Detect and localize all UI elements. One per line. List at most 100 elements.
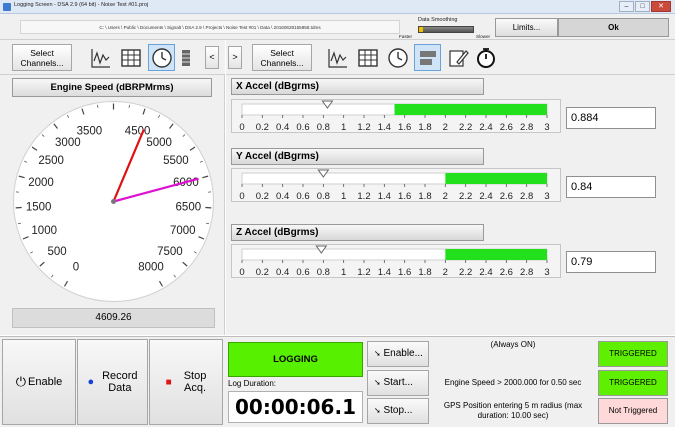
edit-icon[interactable] bbox=[444, 44, 471, 71]
meter-tick-label: 1.6 bbox=[398, 191, 411, 202]
meter-tick-label: 1.4 bbox=[378, 191, 391, 202]
meter-tick-label: 0 bbox=[239, 191, 244, 202]
x-accel-meter: 0 0.2 0.4 0.6 0.8 1 1.2 1.4 1.6 1.8 2 2.2 2.4 2.6 2.8 3 bbox=[231, 99, 561, 133]
gauge-tick-label: 0 bbox=[73, 261, 79, 273]
meter-tick-label: 0.8 bbox=[317, 267, 330, 278]
right-toolbar: > Select Channels... bbox=[226, 40, 675, 75]
gauge-icon[interactable] bbox=[148, 44, 175, 71]
meter-tick-label: 0.2 bbox=[256, 267, 269, 278]
meter-tick-label: 3 bbox=[544, 267, 549, 278]
gauge-tick-label: 7000 bbox=[170, 225, 196, 237]
meter-icon[interactable] bbox=[178, 44, 194, 71]
ok-button[interactable]: Ok bbox=[558, 18, 669, 37]
meter-tick-label: 0.6 bbox=[296, 122, 309, 133]
trigger-enable-condition: (Always ON) bbox=[490, 340, 536, 349]
minimize-button[interactable]: – bbox=[619, 1, 634, 12]
gauge-tick-label: 5500 bbox=[163, 155, 189, 167]
trigger-start-button[interactable]: ➘ Start... bbox=[367, 370, 429, 396]
gauge-tick-label: 2500 bbox=[38, 155, 64, 167]
z-accel-meter-graphic: 0 0.2 0.4 0.6 0.8 1 1.2 1.4 1.6 1.8 2 2.2 2.4 2.6 2.8 3 bbox=[239, 245, 550, 278]
x-accel-value: 0.884 bbox=[566, 107, 656, 129]
trigger-enable-label: Enable... bbox=[383, 348, 423, 359]
enable-label: Enable bbox=[28, 376, 63, 388]
log-duration-timer: 00:00:06.1 bbox=[228, 391, 363, 423]
meter-tick-label: 0.8 bbox=[317, 122, 330, 133]
meter-tick-label: 0.4 bbox=[276, 191, 289, 202]
meter-tick-label: 2 bbox=[443, 191, 448, 202]
collapse-left-button[interactable]: < bbox=[205, 46, 219, 69]
meter-tick-label: 3 bbox=[544, 122, 549, 133]
waveform-icon[interactable] bbox=[324, 44, 351, 71]
meter-tick-label: 1.6 bbox=[398, 267, 411, 278]
meter-tick-label: 2.4 bbox=[479, 122, 492, 133]
gauge-tick-label: 2000 bbox=[28, 177, 54, 189]
info-row: C: \ Users \ Public \ Documents \ Signal… bbox=[0, 14, 675, 40]
meter-tick-label: 2.8 bbox=[520, 191, 533, 202]
file-path: C: \ Users \ Public \ Documents \ Signal… bbox=[20, 20, 400, 34]
limits-button[interactable]: Limits... bbox=[495, 18, 558, 37]
meter-tick-label: 1.8 bbox=[418, 122, 431, 133]
meter-tick-label: 0.4 bbox=[276, 122, 289, 133]
gauge-title: Engine Speed (dBRPMrms) bbox=[12, 78, 212, 97]
trigger-start-status: TRIGGERED bbox=[598, 370, 668, 396]
enable-button[interactable]: ⏻ Enable bbox=[2, 339, 76, 425]
close-button[interactable]: ✕ bbox=[651, 1, 671, 12]
y-accel-value: 0.84 bbox=[566, 176, 656, 198]
trigger-enable-button[interactable]: ➘ Enable... bbox=[367, 341, 429, 367]
trigger-arrow-icon: ➘ bbox=[374, 406, 381, 415]
x-accel-title: X Accel (dBgrms) bbox=[231, 78, 484, 95]
maximize-button[interactable]: □ bbox=[635, 1, 650, 12]
meter-tick-label: 2.6 bbox=[500, 191, 513, 202]
trigger-stop-button[interactable]: ➘ Stop... bbox=[367, 398, 429, 424]
select-channels-button-left[interactable]: Select Channels... bbox=[12, 44, 72, 71]
hbar-icon[interactable] bbox=[414, 44, 441, 71]
select-channels-button-right[interactable]: Select Channels... bbox=[252, 44, 312, 71]
gauge-value: 4609.26 bbox=[12, 308, 215, 328]
trigger-enable-status: TRIGGERED bbox=[598, 341, 668, 367]
meter-tick-label: 1 bbox=[341, 122, 346, 133]
z-accel-value: 0.79 bbox=[566, 251, 656, 273]
table-icon[interactable] bbox=[117, 44, 144, 71]
gauge-hub bbox=[111, 199, 116, 204]
meter-tick-label: 1.2 bbox=[357, 267, 370, 278]
y-accel-title: Y Accel (dBgrms) bbox=[231, 148, 484, 165]
meter-tick-label: 1.8 bbox=[418, 191, 431, 202]
trigger-stop-status: Not Triggered bbox=[598, 398, 668, 424]
gauge-tick-label: 1500 bbox=[26, 201, 52, 213]
meter-tick-label: 2.2 bbox=[459, 191, 472, 202]
meter-bar bbox=[394, 104, 547, 115]
stop-acq-label: Stop Acq. bbox=[183, 370, 207, 394]
logging-status: LOGGING bbox=[228, 342, 363, 377]
bottom-panel: ⏻ Enable ● Record Data ■ Stop Acq. LOGGI… bbox=[0, 336, 675, 427]
gauge-tick-label: 5000 bbox=[146, 137, 172, 149]
smoothing-slider[interactable] bbox=[418, 26, 474, 33]
meters-panel: X Accel (dBgrms) 0 0.2 0.4 0.6 0.8 1 1.2 1.4 1.6… bbox=[226, 75, 675, 335]
meter-tick-label: 2.4 bbox=[479, 267, 492, 278]
stop-square-icon: ■ bbox=[165, 376, 172, 388]
smoothing-label: Data Smoothing bbox=[418, 17, 458, 23]
stopwatch-icon[interactable] bbox=[472, 44, 499, 71]
meter-tick-label: 0.2 bbox=[256, 191, 269, 202]
left-toolbar: Select Channels... < bbox=[0, 40, 225, 75]
gauge-tick-label: 6500 bbox=[176, 201, 202, 213]
window-title-bar: Logging Screen - DSA 2.9 (64 bit) - Nois… bbox=[0, 0, 675, 14]
record-data-button[interactable]: ● Record Data bbox=[77, 339, 148, 425]
meter-bar bbox=[445, 249, 547, 260]
power-icon: ⏻ bbox=[15, 374, 27, 389]
trigger-stop-condition: GPS Position entering 5 m radius (max du… bbox=[443, 400, 583, 420]
record-dot-icon: ● bbox=[87, 376, 95, 388]
waveform-icon[interactable] bbox=[87, 44, 114, 71]
gauge-panel: Engine Speed (dBRPMrms) 0 500 1000 1500 2000… bbox=[0, 75, 225, 335]
table-icon[interactable] bbox=[354, 44, 381, 71]
engine-speed-gauge: 0 500 1000 1500 2000 2500 30003500 45005000 5500… bbox=[13, 101, 214, 302]
faster-label: Faster bbox=[399, 34, 413, 39]
trigger-start-label: Start... bbox=[383, 377, 413, 388]
gauge-tick-label: 7500 bbox=[157, 246, 183, 258]
expand-right-button[interactable]: > bbox=[228, 46, 242, 69]
stop-acq-button[interactable]: ■ Stop Acq. bbox=[149, 339, 223, 425]
gauge-icon[interactable] bbox=[384, 44, 411, 71]
meter-tick-label: 0.8 bbox=[317, 191, 330, 202]
meter-tick-label: 2.8 bbox=[520, 122, 533, 133]
meter-tick-label: 1 bbox=[341, 191, 346, 202]
meter-tick-label: 1.4 bbox=[378, 122, 391, 133]
